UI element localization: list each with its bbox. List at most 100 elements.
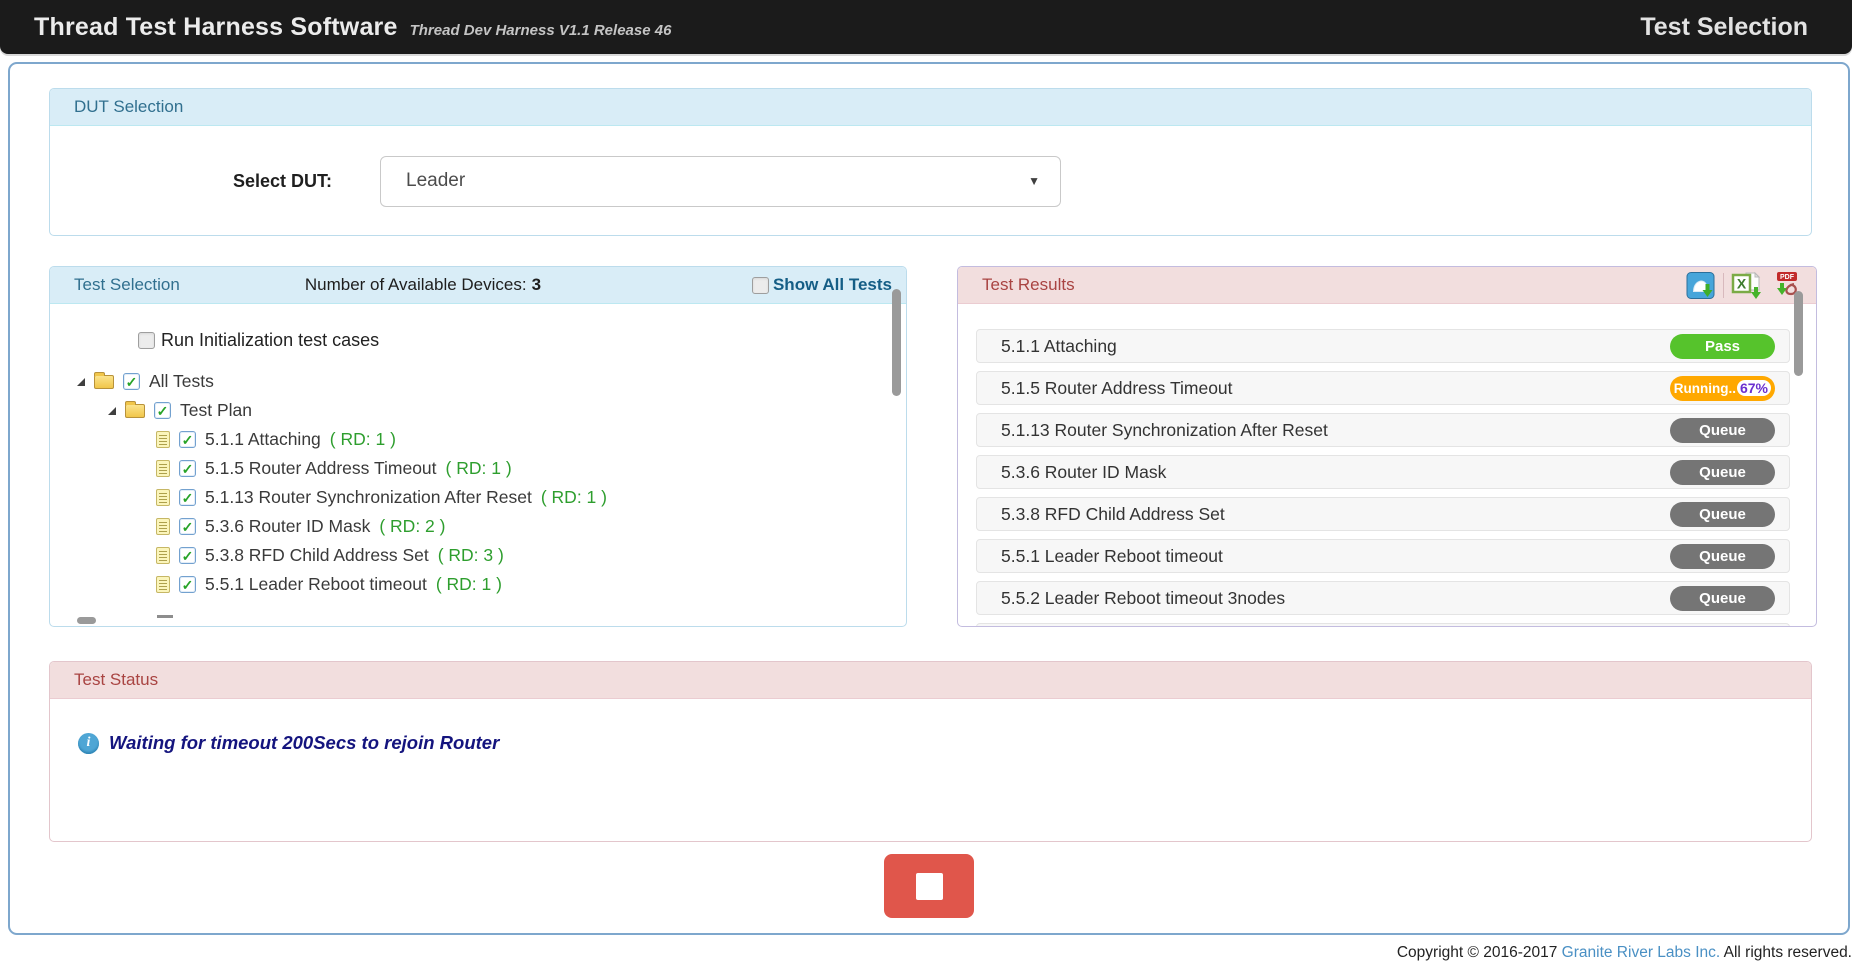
copyright-suffix: All rights reserved. [1720, 944, 1852, 961]
folder-icon [94, 375, 114, 389]
test-selection-heading: Test Selection Number of Available Devic… [50, 267, 906, 304]
test-case-rd: ( RD: 2 ) [379, 516, 445, 537]
file-icon [156, 460, 170, 477]
file-icon [156, 518, 170, 535]
status-badge-queue: Queue [1670, 502, 1775, 527]
result-row[interactable]: 5.3.8 RFD Child Address Set Queue [976, 497, 1790, 531]
test-results-body: 5.1.1 Attaching Pass 5.1.5 Router Addres… [958, 304, 1816, 626]
folder-icon [125, 404, 145, 418]
show-all-tests-toggle[interactable]: Show All Tests [752, 275, 892, 295]
vertical-scrollbar-thumb[interactable] [1794, 291, 1803, 376]
check-icon: ✓ [182, 491, 194, 505]
result-row[interactable]: 5.1.1 Attaching Pass [976, 329, 1790, 363]
all-tests-checkbox[interactable]: ✓ [123, 373, 140, 390]
file-icon [156, 431, 170, 448]
run-initialization-checkbox[interactable] [138, 332, 155, 349]
dut-panel-title: DUT Selection [74, 97, 183, 117]
tree-node-label: All Tests [149, 371, 214, 392]
app-subtitle: Thread Dev Harness V1.1 Release 46 [410, 22, 672, 39]
result-row[interactable]: 5.1.13 Router Synchronization After Rese… [976, 413, 1790, 447]
test-case-rd: ( RD: 1 ) [446, 458, 512, 479]
test-case-checkbox[interactable]: ✓ [179, 576, 196, 593]
caret-expanded-icon[interactable] [77, 378, 85, 386]
stop-icon [916, 873, 943, 900]
dut-panel-body: Select DUT: Leader ▼ [50, 126, 1811, 236]
svg-text:X: X [1737, 275, 1747, 291]
result-name: 5.1.1 Attaching [1001, 336, 1117, 357]
test-case-name: 5.1.5 Router Address Timeout [205, 458, 437, 479]
test-case-checkbox[interactable]: ✓ [179, 489, 196, 506]
test-status-body: i Waiting for timeout 200Secs to rejoin … [50, 699, 1811, 754]
test-status-panel: Test Status i Waiting for timeout 200Sec… [49, 661, 1812, 842]
file-icon [156, 576, 170, 593]
test-status-heading: Test Status [50, 662, 1811, 699]
tree-node-label: Test Plan [180, 400, 252, 421]
test-results-heading: Test Results X [958, 267, 1816, 304]
test-selection-panel: Test Selection Number of Available Devic… [49, 266, 907, 627]
result-name: 5.1.13 Router Synchronization After Rese… [1001, 420, 1328, 441]
dut-select[interactable]: Leader ▼ [380, 156, 1061, 207]
test-case-name: 5.3.8 RFD Child Address Set [205, 545, 429, 566]
result-row[interactable]: 5.5.2 Leader Reboot timeout 3nodes Queue [976, 581, 1790, 615]
check-icon: ✓ [182, 549, 194, 563]
test-results-title: Test Results [982, 275, 1075, 295]
status-badge-queue: Queue [1670, 418, 1775, 443]
status-badge-queue: Queue [1670, 460, 1775, 485]
company-link[interactable]: Granite River Labs Inc. [1562, 944, 1721, 961]
test-case-rd: ( RD: 1 ) [541, 487, 607, 508]
test-case-checkbox[interactable]: ✓ [179, 547, 196, 564]
available-devices-text: Number of Available Devices:3 [305, 275, 541, 295]
stop-button[interactable] [884, 854, 974, 918]
show-all-tests-label: Show All Tests [773, 275, 892, 295]
select-dut-label: Select DUT: [50, 171, 332, 192]
result-name: 5.3.6 Router ID Mask [1001, 462, 1166, 483]
vertical-scrollbar-thumb[interactable] [892, 289, 901, 396]
excel-report-download-icon[interactable]: X [1731, 271, 1763, 300]
clipped-tree-row [157, 615, 173, 618]
status-badge-queue: Queue [1670, 544, 1775, 569]
dut-panel-heading: DUT Selection [50, 89, 1811, 126]
test-case-checkbox[interactable]: ✓ [179, 460, 196, 477]
test-plan-checkbox[interactable]: ✓ [154, 402, 171, 419]
toolbar-divider [1723, 273, 1724, 298]
tree-node-test-case[interactable]: ✓ 5.1.5 Router Address Timeout ( RD: 1 ) [50, 454, 906, 483]
test-status-title: Test Status [74, 670, 158, 690]
wireshark-capture-download-icon[interactable] [1686, 271, 1716, 300]
tree-node-test-case[interactable]: ✓ 5.1.13 Router Synchronization After Re… [50, 483, 906, 512]
result-row[interactable]: 5.1.5 Router Address Timeout Running.. 6… [976, 371, 1790, 405]
test-case-checkbox[interactable]: ✓ [179, 518, 196, 535]
test-results-panel: Test Results X [957, 266, 1817, 627]
check-icon: ✓ [126, 375, 138, 389]
dut-selection-panel: DUT Selection Select DUT: Leader ▼ [49, 88, 1812, 236]
svg-text:PDF: PDF [1780, 274, 1795, 281]
info-icon: i [78, 733, 99, 754]
tree-node-test-plan[interactable]: ✓ Test Plan [50, 396, 906, 425]
result-row[interactable]: 5.5.1 Leader Reboot timeout Queue [976, 539, 1790, 573]
result-row-clipped[interactable]: Queue [976, 623, 1790, 626]
result-row[interactable]: 5.3.6 Router ID Mask Queue [976, 455, 1790, 489]
chevron-down-icon: ▼ [1028, 174, 1040, 188]
copyright-prefix: Copyright © 2016-2017 [1397, 944, 1562, 961]
tree-node-test-case[interactable]: ✓ 5.1.1 Attaching ( RD: 1 ) [50, 425, 906, 454]
app-header: Thread Test Harness Software Thread Dev … [0, 0, 1852, 54]
run-initialization-toggle[interactable]: Run Initialization test cases [138, 330, 906, 351]
run-initialization-label: Run Initialization test cases [161, 330, 379, 351]
horizontal-scrollbar-thumb[interactable] [77, 617, 96, 624]
status-badge-running: Running.. 67% [1670, 376, 1775, 401]
test-case-name: 5.3.6 Router ID Mask [205, 516, 370, 537]
test-selection-body: Run Initialization test cases ✓ All Test… [50, 304, 906, 626]
test-case-name: 5.5.1 Leader Reboot timeout [205, 574, 427, 595]
test-case-rd: ( RD: 1 ) [330, 429, 396, 450]
status-message-row: i Waiting for timeout 200Secs to rejoin … [78, 732, 1811, 754]
tree-node-all-tests[interactable]: ✓ All Tests [50, 367, 906, 396]
test-case-rd: ( RD: 1 ) [436, 574, 502, 595]
result-name: 5.5.1 Leader Reboot timeout [1001, 546, 1223, 567]
running-label: Running.. [1674, 381, 1736, 396]
show-all-tests-checkbox[interactable] [752, 277, 769, 294]
caret-expanded-icon[interactable] [108, 407, 116, 415]
tree-node-test-case[interactable]: ✓ 5.3.6 Router ID Mask ( RD: 2 ) [50, 512, 906, 541]
test-case-checkbox[interactable]: ✓ [179, 431, 196, 448]
dut-select-value: Leader [406, 170, 465, 192]
tree-node-test-case[interactable]: ✓ 5.3.8 RFD Child Address Set ( RD: 3 ) [50, 541, 906, 570]
tree-node-test-case[interactable]: ✓ 5.5.1 Leader Reboot timeout ( RD: 1 ) [50, 570, 906, 599]
